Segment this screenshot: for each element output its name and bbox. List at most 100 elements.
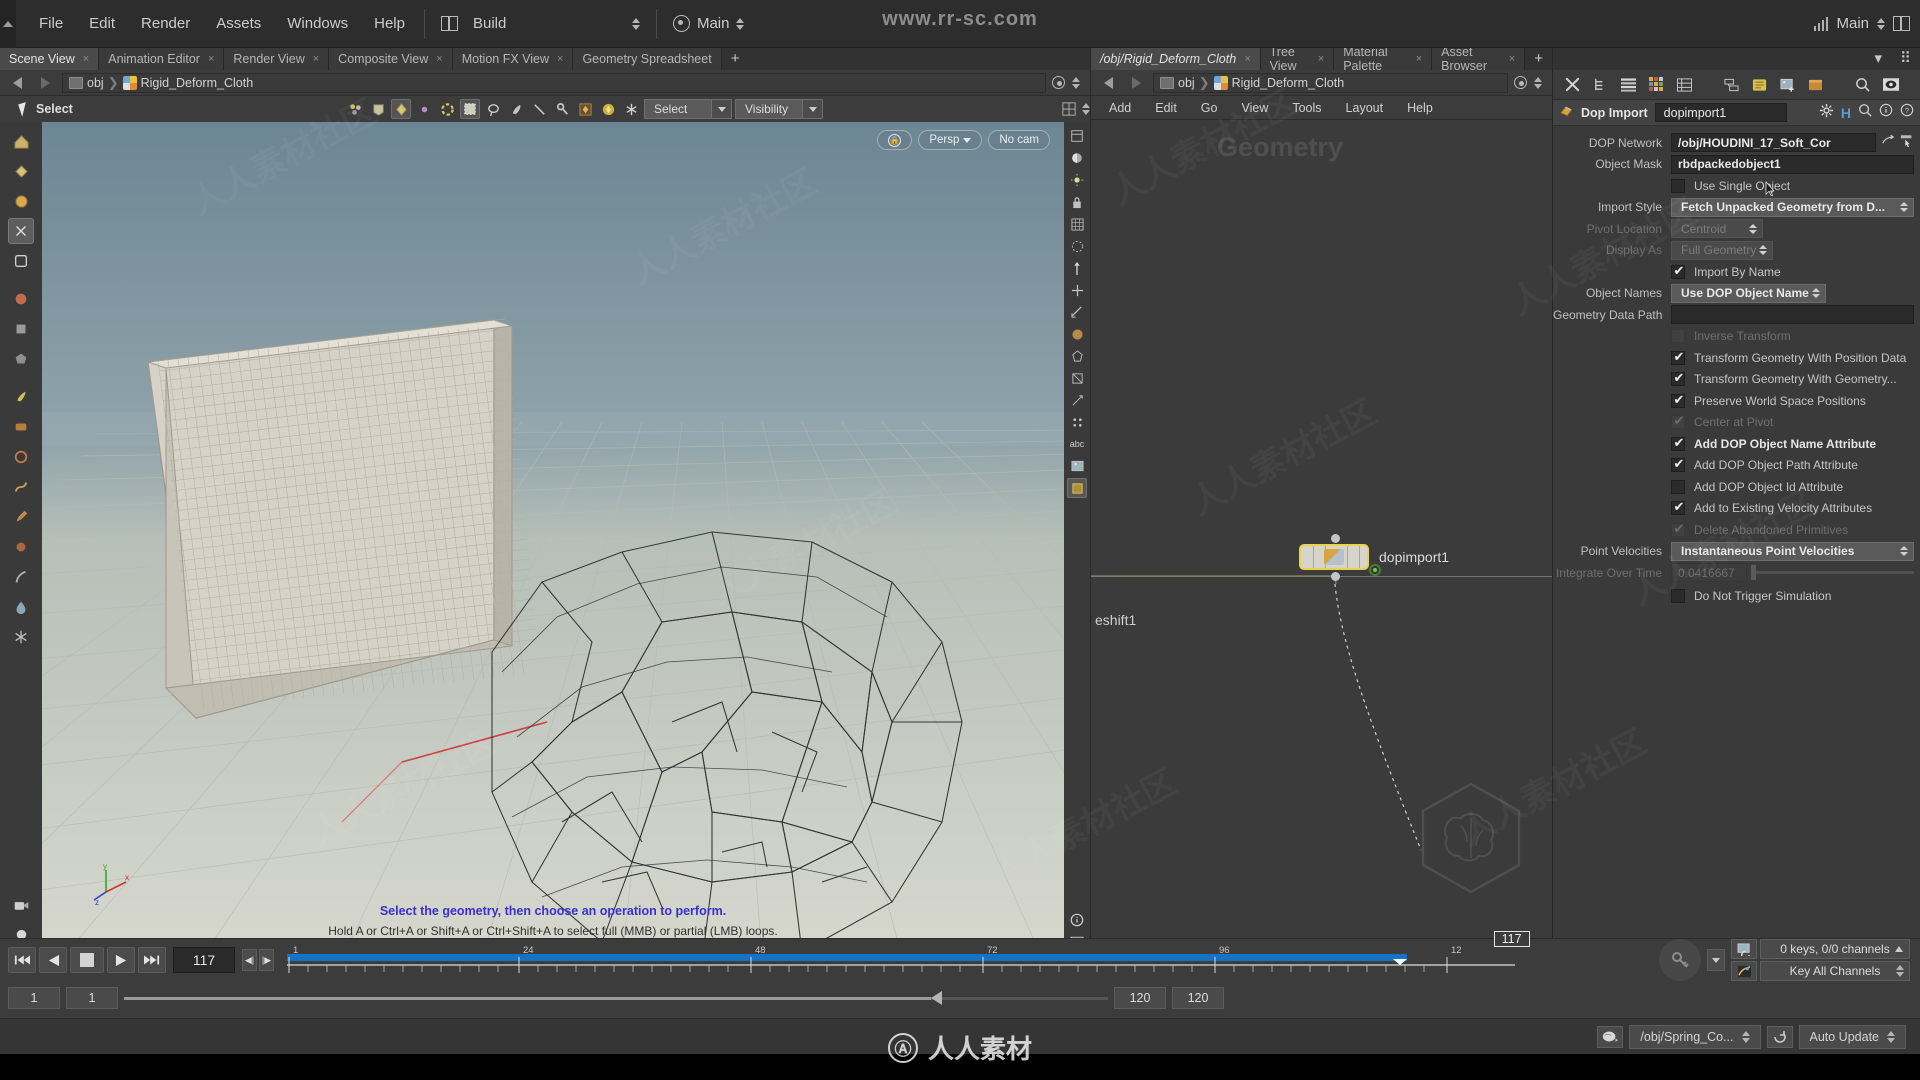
net-menu-layout[interactable]: Layout: [1334, 96, 1396, 120]
view-tool-icon[interactable]: [8, 128, 34, 154]
primitive-mode-icon[interactable]: [391, 99, 411, 119]
select-type-combo[interactable]: Select: [644, 99, 732, 119]
box-select-icon[interactable]: [460, 99, 480, 119]
add-tab-button[interactable]: +: [1525, 48, 1552, 70]
tab-composite-view[interactable]: Composite View ×: [329, 48, 453, 70]
tab-animation-editor[interactable]: Animation Editor ×: [99, 48, 225, 70]
parameter-panel-grip-icon[interactable]: ⠿: [1891, 48, 1920, 70]
tab-obj-rigid-deform-cloth[interactable]: /obj/Rigid_Deform_Cloth ×: [1091, 48, 1261, 70]
import-style-menu[interactable]: Fetch Unpacked Geometry from D...: [1671, 197, 1914, 217]
grid-toggle-icon[interactable]: [1067, 214, 1087, 234]
edge-mode-icon[interactable]: [437, 99, 457, 119]
channel-refresh-icon[interactable]: [1731, 939, 1757, 959]
lasso-select-icon[interactable]: [483, 99, 503, 119]
cook-path-stepper[interactable]: [1741, 1030, 1750, 1043]
tab-close-icon[interactable]: ×: [436, 53, 442, 65]
select-tool-icon[interactable]: [8, 158, 34, 184]
notes-icon[interactable]: [1750, 75, 1769, 94]
path-root[interactable]: obj: [1178, 76, 1195, 90]
update-mode-stepper[interactable]: [1887, 1030, 1895, 1043]
snap-toggle-icon[interactable]: [1067, 236, 1087, 256]
tab-close-icon[interactable]: ×: [1509, 53, 1515, 65]
jump-to-start-button[interactable]: [8, 947, 36, 973]
color-grid-icon[interactable]: [1647, 75, 1666, 94]
tab-tree-view[interactable]: Tree View ×: [1260, 45, 1335, 73]
help-icon[interactable]: ?: [1900, 103, 1914, 122]
move-tool-icon[interactable]: [8, 188, 34, 214]
net-menu-edit[interactable]: Edit: [1143, 96, 1189, 120]
import-by-name-checkbox[interactable]: [1671, 263, 1686, 279]
stepper-arrows-icon[interactable]: [1897, 546, 1911, 556]
add-dop-object-id-attribute-checkbox[interactable]: [1671, 479, 1685, 494]
forward-arrow-icon[interactable]: [1125, 74, 1147, 92]
lighting-icon[interactable]: [1067, 170, 1087, 190]
node-picker-icon[interactable]: [1900, 134, 1914, 152]
tab-close-icon[interactable]: ×: [1244, 53, 1250, 65]
camera-tool-icon[interactable]: [8, 892, 34, 918]
network-editor-canvas[interactable]: Geometry dopimport1 eshift1: [1091, 120, 1553, 938]
do-not-trigger-simulation-checkbox[interactable]: [1671, 588, 1685, 603]
desktop-stepper[interactable]: [631, 17, 640, 30]
viewport-persp-badge[interactable]: Persp: [918, 130, 983, 150]
brush-select-icon[interactable]: [506, 99, 526, 119]
back-arrow-icon[interactable]: [6, 74, 28, 92]
eye-icon[interactable]: [1881, 75, 1900, 94]
menu-file[interactable]: File: [26, 0, 76, 48]
tab-material-palette[interactable]: Material Palette ×: [1334, 45, 1433, 73]
lock-view-icon[interactable]: [1067, 192, 1087, 212]
measure-icon[interactable]: [1067, 302, 1087, 322]
line-select-icon[interactable]: [529, 99, 549, 119]
poly-tool-icon[interactable]: [8, 346, 34, 372]
tab-scene-view[interactable]: Scene View ×: [0, 48, 100, 70]
handle-tool-icon[interactable]: [8, 218, 34, 244]
gear-icon[interactable]: [1819, 103, 1834, 123]
key-mode-icon[interactable]: [1731, 961, 1757, 981]
handle-tool-icon[interactable]: [552, 99, 572, 119]
path-node[interactable]: Rigid_Deform_Cloth: [141, 76, 254, 90]
pathbar-stepper[interactable]: [1072, 76, 1080, 89]
net-menu-help[interactable]: Help: [1395, 96, 1445, 120]
search-icon[interactable]: [1853, 75, 1872, 94]
geometry-mode-icon[interactable]: [368, 99, 388, 119]
text-display-icon[interactable]: abc: [1067, 434, 1087, 454]
houdini-h-icon[interactable]: H: [1841, 105, 1851, 121]
key-mode-field[interactable]: Key All Channels: [1760, 961, 1910, 981]
object-mask-field[interactable]: rbdpackedobject1: [1671, 154, 1914, 174]
add-tab-button[interactable]: +: [722, 48, 749, 70]
cook-indicator-icon[interactable]: [1597, 1025, 1624, 1048]
visibility-combo[interactable]: Visibility: [735, 99, 823, 119]
add-dop-object-name-attribute-checkbox[interactable]: [1671, 435, 1686, 451]
step-forward-button[interactable]: |▶: [259, 949, 274, 971]
object-names-menu[interactable]: Use DOP Object Name: [1671, 283, 1826, 303]
play-forward-button[interactable]: [107, 947, 135, 973]
update-mode-field[interactable]: Auto Update: [1798, 1024, 1906, 1049]
stepper-arrows-icon[interactable]: [1809, 288, 1823, 298]
viewport-select-mode[interactable]: Select: [4, 101, 73, 117]
sphere-tool-icon[interactable]: [8, 286, 34, 312]
tab-asset-browser[interactable]: Asset Browser ×: [1432, 45, 1526, 73]
viewport-3d[interactable]: 🔒 Persp No cam y x z Select the geometry…: [42, 122, 1064, 958]
back-arrow-icon[interactable]: [1097, 74, 1119, 92]
global-end-field[interactable]: 120: [1172, 987, 1224, 1009]
tab-close-icon[interactable]: ×: [1416, 53, 1422, 65]
node-display-flag[interactable]: [1369, 564, 1381, 576]
set-key-icon[interactable]: [1659, 939, 1701, 981]
tools-wrench-icon[interactable]: [1563, 75, 1582, 94]
forward-arrow-icon[interactable]: [34, 74, 56, 92]
paint-tool-icon[interactable]: [8, 384, 34, 410]
tab-close-icon[interactable]: ×: [83, 53, 89, 65]
geometry-data-path-field[interactable]: [1671, 305, 1914, 324]
shading-mode-icon[interactable]: [1067, 148, 1087, 168]
menu-windows[interactable]: Windows: [274, 0, 361, 48]
stepper-arrows-icon[interactable]: [1897, 202, 1911, 212]
hierarchy-icon[interactable]: [1591, 75, 1610, 94]
viewport-info-icon[interactable]: [1067, 910, 1087, 930]
object-mode-icon[interactable]: [345, 99, 365, 119]
stop-button[interactable]: [70, 947, 104, 973]
curve-tool-icon[interactable]: [8, 474, 34, 500]
node-output-connector[interactable]: [1331, 572, 1340, 581]
box-tool-icon[interactable]: [8, 316, 34, 342]
snow-tool-icon[interactable]: [8, 624, 34, 650]
viewport-lock-badge[interactable]: 🔒: [877, 130, 913, 150]
scene-path-field[interactable]: obj ❯ Rigid_Deform_Cloth: [62, 72, 1046, 93]
